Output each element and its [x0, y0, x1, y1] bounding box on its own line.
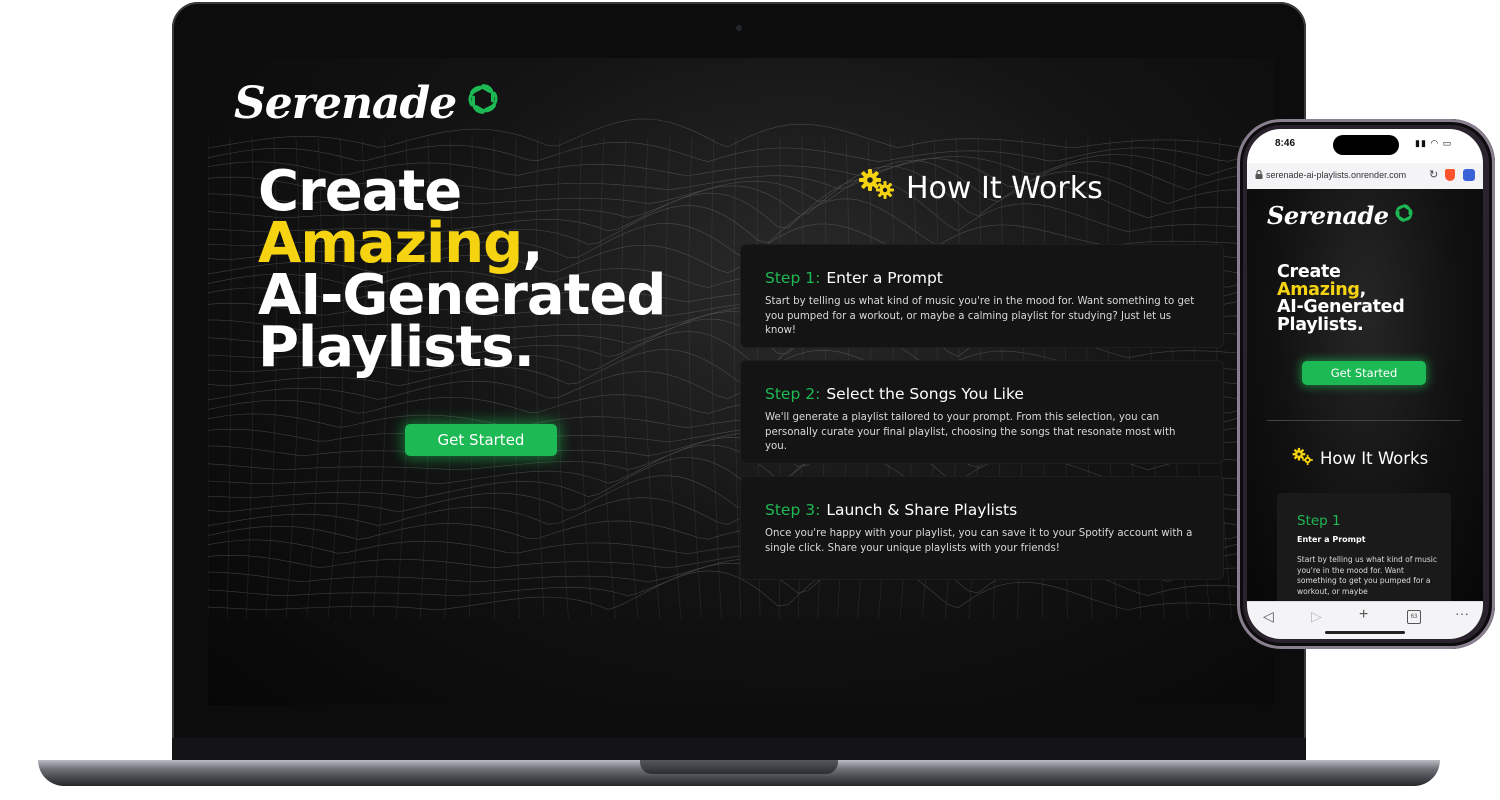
home-indicator	[1325, 631, 1405, 634]
get-started-button[interactable]: Get Started	[405, 424, 557, 456]
step-description: We'll generate a playlist tailored to yo…	[765, 412, 1176, 452]
status-time: 8:46	[1275, 138, 1296, 149]
openai-swirl-icon	[1393, 201, 1415, 230]
laptop-screen: Serenade Create Amazing, AI-Generated Pl…	[208, 58, 1274, 705]
dynamic-island	[1333, 135, 1399, 155]
phone-screen: 8:46 ▮▮ ◠ ▭ serenade-ai-playlists.onrend…	[1247, 129, 1483, 639]
step-number: Step 1:	[765, 269, 821, 287]
gears-icon	[1292, 447, 1314, 470]
hero-headline: Create Amazing, AI-Generated Playlists.	[258, 164, 666, 380]
how-it-works-title: How It Works	[1320, 449, 1429, 468]
brave-shield-icon[interactable]	[1445, 169, 1455, 181]
step-heading: Step 3: Launch & Share Playlists	[765, 501, 1017, 519]
tabs-count-button[interactable]: 63	[1407, 610, 1421, 624]
brand-logo[interactable]: Serenade	[234, 78, 502, 129]
laptop-notch	[640, 760, 838, 774]
step-card-1: Step 1 Enter a Prompt Start by telling u…	[1277, 493, 1451, 601]
wave-line	[226, 137, 232, 619]
how-it-works-title: How It Works	[906, 170, 1103, 206]
brand-logo[interactable]: Serenade	[1267, 201, 1415, 230]
step-card-1: Step 1: Enter a Prompt Start by telling u…	[741, 245, 1223, 347]
divider	[1267, 420, 1461, 421]
url-text: serenade-ai-playlists.onrender.com	[1266, 170, 1407, 180]
step-title: Enter a Prompt	[1297, 535, 1366, 544]
more-menu-icon[interactable]: ···	[1455, 605, 1469, 621]
step-heading: Step 1: Enter a Prompt	[765, 269, 943, 287]
how-it-works-heading: How It Works	[1292, 447, 1428, 470]
step-title: Select the Songs You Like	[826, 385, 1024, 403]
step-number: Step 3:	[765, 501, 821, 519]
brand-name: Serenade	[1267, 201, 1389, 230]
laptop-chin	[172, 738, 1306, 762]
reload-icon[interactable]: ↻	[1429, 168, 1438, 181]
get-started-button[interactable]: Get Started	[1302, 361, 1426, 385]
step-number: Step 1	[1297, 513, 1341, 529]
status-bar: 8:46 ▮▮ ◠ ▭	[1247, 129, 1483, 163]
hero-headline: Create Amazing, AI-Generated Playlists.	[1277, 263, 1405, 335]
step-description: Once you're happy with your playlist, yo…	[765, 528, 1193, 554]
step-title: Enter a Prompt	[826, 269, 943, 287]
hero-line-4: Playlists.	[1277, 314, 1364, 335]
signal-wifi-battery-icon: ▮▮ ◠ ▭	[1415, 138, 1453, 148]
wave-line	[246, 137, 255, 619]
step-card-2: Step 2: Select the Songs You Like We'll g…	[741, 361, 1223, 463]
back-icon[interactable]: ◁	[1263, 608, 1274, 625]
url-bar[interactable]: serenade-ai-playlists.onrender.com ↻	[1247, 163, 1483, 190]
openai-swirl-icon	[464, 78, 502, 129]
hero-line-4: Playlists.	[258, 315, 535, 380]
forward-icon[interactable]: ▷	[1311, 608, 1322, 625]
phone-page-content: Serenade Create Amazing, AI-Generated Pl…	[1247, 189, 1483, 601]
extension-icon[interactable]	[1463, 169, 1475, 181]
step-heading: Step 2: Select the Songs You Like	[765, 385, 1024, 403]
new-tab-icon[interactable]: +	[1359, 606, 1368, 624]
step-card-3: Step 3: Launch & Share Playlists Once you…	[741, 477, 1223, 579]
step-title: Launch & Share Playlists	[826, 501, 1018, 519]
step-number: Step 2:	[765, 385, 821, 403]
gears-icon	[858, 168, 896, 208]
lock-icon	[1255, 170, 1263, 179]
step-description: Start by telling us what kind of music y…	[1297, 555, 1437, 596]
hero-line-3: AI-Generated	[1277, 297, 1405, 317]
brand-name: Serenade	[234, 78, 457, 129]
wave-line	[711, 137, 722, 619]
how-it-works-heading: How It Works	[858, 168, 1103, 208]
laptop-camera	[736, 25, 742, 31]
step-description: Start by telling us what kind of music y…	[765, 296, 1195, 336]
wave-line	[688, 137, 702, 619]
